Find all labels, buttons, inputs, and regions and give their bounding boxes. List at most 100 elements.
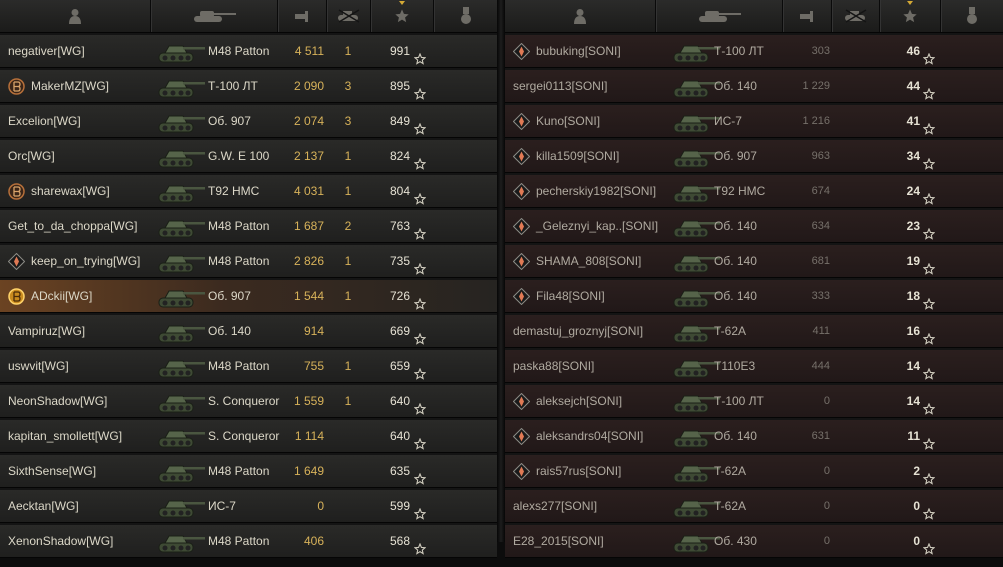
sort-by-kills-button[interactable] [327, 0, 371, 32]
sort-by-damage-button[interactable] [783, 0, 832, 32]
player-name[interactable]: ADckii[WG] [31, 280, 92, 312]
experience-star-icon [413, 325, 427, 345]
sort-by-player-button[interactable] [505, 0, 656, 32]
player-row[interactable]: Excelion[WG] Об. 907 2 074 3 849 [0, 105, 497, 138]
player-row[interactable]: Fila48[SONI] Об. 140 333 18 [505, 280, 1003, 313]
player-name[interactable]: _Geleznyi_kap..[SONI] [536, 210, 658, 242]
player-row[interactable]: aleksandrs04[SONI] Об. 140 631 11 [505, 420, 1003, 453]
player-name[interactable]: bubuking[SONI] [536, 35, 621, 67]
player-name[interactable]: alexs277[SONI] [513, 490, 597, 522]
player-name[interactable]: SixthSense[WG] [8, 455, 96, 487]
experience-value: 804 [389, 184, 410, 198]
player-row[interactable]: sharewax[WG] T92 HMC 4 031 1 804 [0, 175, 497, 208]
damage-value: 681 [811, 255, 830, 267]
sort-by-medals-button[interactable] [941, 0, 1003, 32]
player-name[interactable]: aleksandrs04[SONI] [536, 420, 643, 452]
player-name[interactable]: sharewax[WG] [31, 175, 110, 207]
kills-icon [337, 9, 359, 23]
player-name[interactable]: Kuno[SONI] [536, 105, 600, 137]
player-name[interactable]: MakerMZ[WG] [31, 70, 109, 102]
player-row[interactable]: aleksejch[SONI] Т-100 ЛТ 0 14 [505, 385, 1003, 418]
tank-name: Об. 140 [714, 254, 757, 268]
tank-image-icon [155, 352, 207, 380]
experience-star-icon [922, 395, 936, 415]
kills-value [845, 490, 865, 522]
player-row[interactable]: demastuj_groznyj[SONI] T-62A 411 16 [505, 315, 1003, 348]
player-row[interactable]: Kuno[SONI] ИС-7 1 216 41 [505, 105, 1003, 138]
player-name[interactable]: aleksejch[SONI] [536, 385, 622, 417]
sort-by-damage-button[interactable] [278, 0, 327, 32]
player-name[interactable]: Aecktan[WG] [8, 490, 79, 522]
damage-value: 1 649 [293, 464, 324, 478]
player-row[interactable]: rais57rus[SONI] T-62A 0 2 [505, 455, 1003, 488]
player-name[interactable]: demastuj_groznyj[SONI] [513, 315, 643, 347]
experience-value: 991 [389, 44, 410, 58]
player-row[interactable]: bubuking[SONI] Т-100 ЛТ 303 46 [505, 35, 1003, 68]
experience-value: 23 [906, 219, 920, 233]
experience-star-icon [413, 430, 427, 450]
experience-value: 599 [389, 499, 410, 513]
player-name[interactable]: Get_to_da_choppa[WG] [8, 210, 137, 242]
tank-name: Об. 907 [208, 114, 251, 128]
player-name[interactable]: Vampiruz[WG] [8, 315, 85, 347]
player-row[interactable]: sergei0113[SONI] Об. 140 1 229 44 [505, 70, 1003, 103]
player-name[interactable]: killa1509[SONI] [536, 140, 619, 172]
tank-name: Об. 430 [714, 534, 757, 548]
player-row[interactable]: SHAMA_808[SONI] Об. 140 681 19 [505, 245, 1003, 278]
damage-value: 0 [823, 395, 830, 407]
sort-by-tank-button[interactable] [656, 0, 783, 32]
player-row[interactable]: Orc[WG] G.W. E 100 2 137 1 824 [0, 140, 497, 173]
sort-by-tank-button[interactable] [151, 0, 278, 32]
player-row[interactable]: killa1509[SONI] Об. 907 963 34 [505, 140, 1003, 173]
kills-value [338, 490, 358, 522]
player-name[interactable]: NeonShadow[WG] [8, 385, 107, 417]
sort-by-medals-button[interactable] [434, 0, 497, 32]
player-name[interactable]: Excelion[WG] [8, 105, 81, 137]
player-row[interactable]: alexs277[SONI] T-62A 0 0 [505, 490, 1003, 523]
player-name[interactable]: paska88[SONI] [513, 350, 594, 382]
player-row[interactable]: pecherskiy1982[SONI] T92 HMC 674 24 [505, 175, 1003, 208]
player-row[interactable]: kapitan_smollett[WG] S. Conqueror 1 114 640 [0, 420, 497, 453]
player-row[interactable]: keep_on_trying[WG] M48 Patton 2 826 1 735 [0, 245, 497, 278]
experience-star-icon [922, 220, 936, 240]
player-row[interactable]: uswvit[WG] M48 Patton 755 1 659 [0, 350, 497, 383]
experience-star-icon [413, 360, 427, 380]
player-name[interactable]: Fila48[SONI] [536, 280, 605, 312]
tank-name: M48 Patton [208, 464, 270, 478]
sort-by-kills-button[interactable] [832, 0, 880, 32]
player-row[interactable]: _Geleznyi_kap..[SONI] Об. 140 634 23 [505, 210, 1003, 243]
player-name[interactable]: pecherskiy1982[SONI] [536, 175, 656, 207]
player-row[interactable]: NeonShadow[WG] S. Conqueror 1 559 1 640 [0, 385, 497, 418]
player-name[interactable]: XenonShadow[WG] [8, 525, 113, 557]
player-name[interactable]: rais57rus[SONI] [536, 455, 621, 487]
player-row[interactable]: negativer[WG] M48 Patton 4 511 1 991 [0, 35, 497, 68]
player-row[interactable]: Get_to_da_choppa[WG] M48 Patton 1 687 2 763 [0, 210, 497, 243]
experience-value: 14 [906, 359, 920, 373]
kills-value [845, 315, 865, 347]
player-row[interactable]: SixthSense[WG] M48 Patton 1 649 635 [0, 455, 497, 488]
damage-value: 4 511 [294, 44, 324, 58]
player-name[interactable]: E28_2015[SONI] [513, 525, 604, 557]
squad-icon [512, 427, 531, 446]
player-name[interactable]: keep_on_trying[WG] [31, 245, 140, 277]
kills-value [845, 35, 865, 67]
player-row[interactable]: paska88[SONI] T110E3 444 14 [505, 350, 1003, 383]
kills-icon [844, 9, 866, 23]
player-row[interactable]: MakerMZ[WG] Т-100 ЛТ 2 090 3 895 [0, 70, 497, 103]
player-row[interactable]: Aecktan[WG] ИС-7 0 599 [0, 490, 497, 523]
experience-value: 635 [389, 464, 410, 478]
player-name[interactable]: kapitan_smollett[WG] [8, 420, 122, 452]
kills-value [338, 315, 358, 347]
tank-image-icon [155, 457, 207, 485]
player-row[interactable]: ADckii[WG] Об. 907 1 544 1 726 [0, 280, 497, 313]
player-name[interactable]: Orc[WG] [8, 140, 55, 172]
medal-icon [967, 7, 977, 24]
player-row[interactable]: Vampiruz[WG] Об. 140 914 669 [0, 315, 497, 348]
sort-by-experience-button[interactable] [371, 0, 434, 32]
player-name[interactable]: SHAMA_808[SONI] [536, 245, 641, 277]
player-name[interactable]: uswvit[WG] [8, 350, 69, 382]
player-name[interactable]: negativer[WG] [8, 35, 85, 67]
player-name[interactable]: sergei0113[SONI] [513, 70, 608, 102]
sort-by-player-button[interactable] [0, 0, 151, 32]
sort-by-experience-button[interactable] [880, 0, 941, 32]
